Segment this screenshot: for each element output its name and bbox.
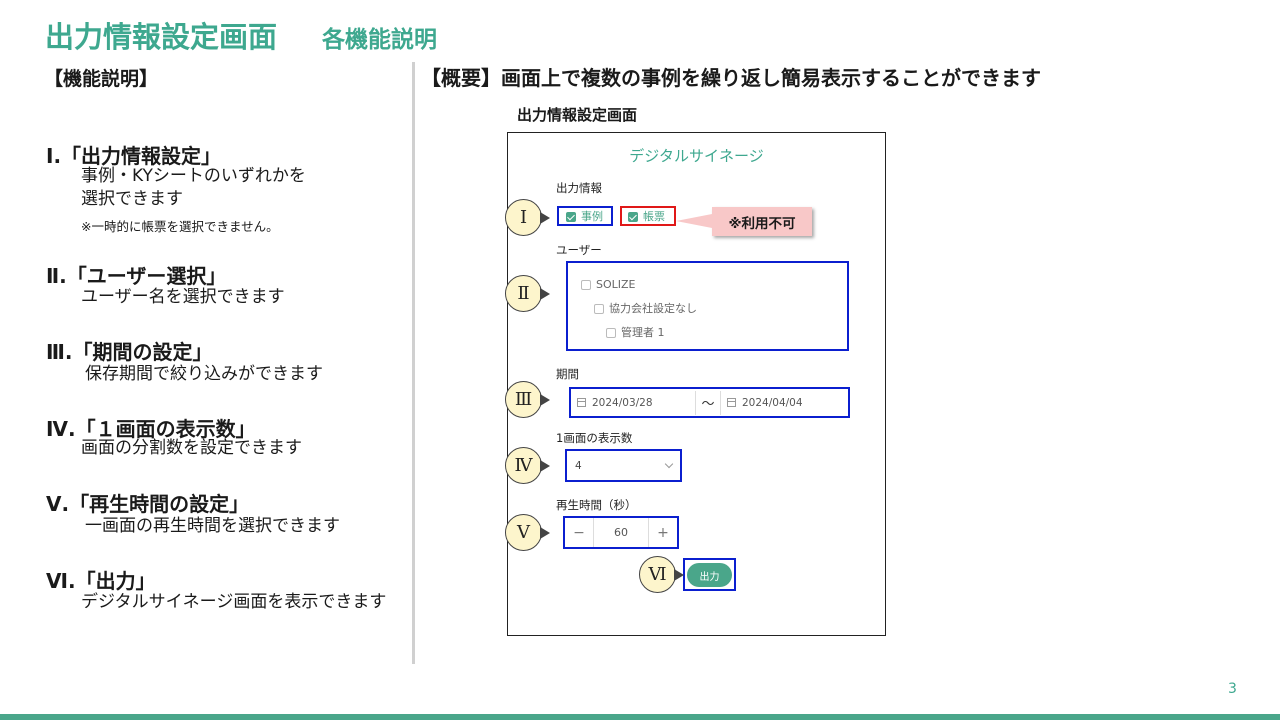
solize-label: SOLIZE xyxy=(596,278,636,291)
unavailable-note: ※利用不可 xyxy=(712,207,812,236)
admin-label: 管理者 1 xyxy=(621,326,665,339)
output-button[interactable]: 出力 xyxy=(687,563,732,587)
calendar-icon xyxy=(727,398,736,407)
user-item-solize[interactable]: SOLIZE xyxy=(581,277,636,291)
feature-6-desc: デジタルサイネージ画面を表示できます xyxy=(81,592,387,612)
mock-title: デジタルサイネージ xyxy=(629,147,764,165)
callout-3-tail xyxy=(540,393,550,406)
callout-1: Ⅰ xyxy=(505,199,550,236)
option-jirei[interactable]: 事例 xyxy=(566,209,603,224)
callout-1-tail xyxy=(540,211,550,224)
column-divider xyxy=(412,62,415,664)
page-number: 3 xyxy=(1228,681,1237,697)
feature-3-title: Ⅲ.「期間の設定」 xyxy=(46,340,213,364)
feature-3-desc: 保存期間で絞り込みができます xyxy=(85,364,323,384)
date-from-field[interactable]: 2024/03/28 xyxy=(571,390,696,415)
display-count-label: 1画面の表示数 xyxy=(556,431,633,445)
callout-1-bubble: Ⅰ xyxy=(505,199,542,236)
date-to-value: 2024/04/04 xyxy=(742,396,803,409)
overview-heading: 【概要】画面上で複数の事例を繰り返し簡易表示することができます xyxy=(421,66,1041,90)
footer-bar xyxy=(0,714,1280,720)
playtime-label: 再生時間（秒） xyxy=(556,498,637,512)
date-from-value: 2024/03/28 xyxy=(592,396,653,409)
callout-5: Ⅴ xyxy=(505,514,550,551)
period-label: 期間 xyxy=(556,367,579,381)
output-info-label: 出力情報 xyxy=(556,181,602,195)
callout-5-tail xyxy=(540,526,550,539)
feature-4-desc: 画面の分割数を設定できます xyxy=(81,438,302,458)
screen-label: 出力情報設定画面 xyxy=(517,106,638,124)
callout-6-bubble: Ⅵ xyxy=(639,556,676,593)
callout-2: Ⅱ xyxy=(505,275,550,312)
callout-5-bubble: Ⅴ xyxy=(505,514,542,551)
chevron-down-icon xyxy=(664,459,674,468)
user-item-partner[interactable]: 協力会社設定なし xyxy=(594,301,697,315)
display-count-select[interactable]: 4 xyxy=(565,449,682,482)
feature-1-desc-line2: 選択できます xyxy=(81,189,183,209)
feature-5-title: Ⅴ.「再生時間の設定」 xyxy=(46,492,250,516)
feature-heading: 【機能説明】 xyxy=(44,68,159,90)
playtime-value[interactable]: 60 xyxy=(593,518,649,547)
user-item-admin[interactable]: 管理者 1 xyxy=(606,325,665,339)
page-subtitle: 各機能説明 xyxy=(322,27,437,53)
playtime-plus-button[interactable]: + xyxy=(649,525,677,541)
display-count-value: 4 xyxy=(575,459,582,472)
callout-6-tail xyxy=(674,568,684,581)
date-separator: 〜 xyxy=(701,397,715,412)
user-label: ユーザー xyxy=(556,243,602,257)
callout-4: Ⅳ xyxy=(505,447,550,484)
callout-4-bubble: Ⅳ xyxy=(505,447,542,484)
feature-5-desc: 一画面の再生時間を選択できます xyxy=(85,516,340,536)
callout-3-bubble: Ⅲ xyxy=(505,381,542,418)
playtime-minus-button[interactable]: − xyxy=(565,525,593,541)
feature-2-desc: ユーザー名を選択できます xyxy=(81,287,285,307)
callout-2-tail xyxy=(540,287,550,300)
admin-checkbox[interactable] xyxy=(606,327,616,338)
feature-6-title: Ⅵ.「出力」 xyxy=(46,569,156,593)
playtime-stepper: − 60 + xyxy=(563,516,679,549)
feature-1-note: ※一時的に帳票を選択できません。 xyxy=(81,219,279,234)
callout-3: Ⅲ xyxy=(505,381,550,418)
feature-1-desc-line1: 事例・KYシートのいずれかを xyxy=(81,166,306,186)
jirei-label: 事例 xyxy=(581,209,603,223)
callout-4-tail xyxy=(540,459,550,472)
date-to-field[interactable]: 2024/04/04 xyxy=(720,390,848,415)
chohyo-checkbox[interactable] xyxy=(628,211,638,222)
period-range: 2024/03/28 〜 2024/04/04 xyxy=(569,387,850,418)
callout-2-bubble: Ⅱ xyxy=(505,275,542,312)
calendar-icon xyxy=(577,398,586,407)
jirei-checkbox[interactable] xyxy=(566,211,576,222)
callout-6: Ⅵ xyxy=(639,556,684,593)
solize-checkbox[interactable] xyxy=(581,279,591,290)
feature-2-title: Ⅱ.「ユーザー選択」 xyxy=(46,264,227,288)
partner-label: 協力会社設定なし xyxy=(609,302,697,315)
option-chohyo[interactable]: 帳票 xyxy=(628,209,665,224)
page-title: 出力情報設定画面 xyxy=(45,20,278,54)
note-pointer xyxy=(676,214,712,228)
chohyo-label: 帳票 xyxy=(643,209,665,223)
partner-checkbox[interactable] xyxy=(594,303,604,314)
